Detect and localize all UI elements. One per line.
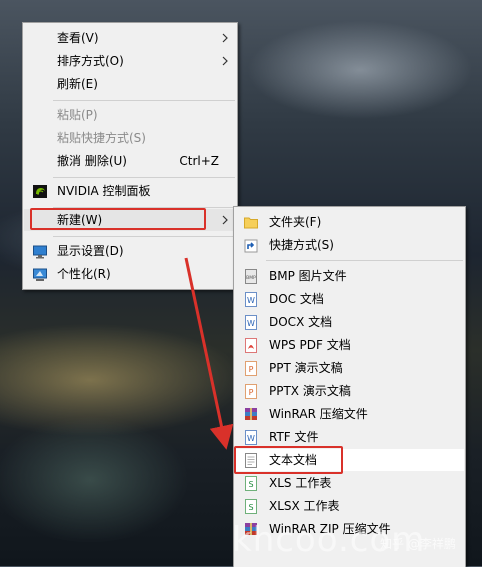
submenu-item-label: DOCX 文档 (269, 315, 333, 329)
submenu-item-winrar[interactable]: WinRAR 压缩文件 (235, 403, 464, 425)
menu-item-view[interactable]: 查看(V) (24, 27, 236, 49)
svg-text:P: P (249, 365, 254, 374)
monitor-icon (33, 245, 47, 259)
xlsx-file-icon: S (245, 499, 257, 514)
menu-item-undo-delete[interactable]: 撤消 删除(U) Ctrl+Z (24, 150, 236, 172)
rtf-file-icon: W (245, 430, 257, 445)
submenu-item-ppt[interactable]: P PPT 演示文稿 (235, 357, 464, 379)
submenu-item-xlsx[interactable]: S XLSX 工作表 (235, 495, 464, 517)
svg-text:W: W (247, 296, 255, 305)
svg-text:BMP: BMP (246, 275, 256, 281)
submenu-item-rtf[interactable]: W RTF 文件 (235, 426, 464, 448)
winrar-icon (245, 408, 257, 420)
menu-item-label: 撤消 删除(U) (57, 154, 127, 168)
menu-item-label: 查看(V) (57, 31, 99, 45)
menu-separator (266, 260, 463, 261)
submenu-item-bmp[interactable]: BMP BMP 图片文件 (235, 265, 464, 287)
doc-file-icon: W (245, 292, 257, 307)
svg-text:S: S (248, 503, 253, 512)
menu-item-paste[interactable]: 粘贴(P) (24, 104, 236, 126)
pdf-file-icon (245, 338, 257, 353)
author-watermark: 知乎 @李祥鹏 (380, 537, 456, 551)
submenu-item-doc[interactable]: W DOC 文档 (235, 288, 464, 310)
submenu-item-folder[interactable]: 文件夹(F) (235, 211, 464, 233)
menu-item-personalize[interactable]: 个性化(R) (24, 263, 236, 285)
menu-item-nvidia-control-panel[interactable]: NVIDIA 控制面板 (24, 180, 236, 202)
new-item-highlight (30, 208, 206, 230)
menu-item-label: 排序方式(O) (57, 54, 124, 68)
menu-item-label: 刷新(E) (57, 77, 98, 91)
submenu-item-label: PPTX 演示文稿 (269, 384, 351, 398)
pptx-file-icon: P (245, 384, 257, 399)
submenu-item-xls[interactable]: S XLS 工作表 (235, 472, 464, 494)
submenu-item-docx[interactable]: W DOCX 文档 (235, 311, 464, 333)
menu-item-label: 显示设置(D) (57, 244, 124, 258)
menu-item-label: 个性化(R) (57, 267, 111, 281)
submenu-item-shortcut[interactable]: 快捷方式(S) (235, 234, 464, 256)
chevron-right-icon (222, 215, 228, 225)
xls-file-icon: S (245, 476, 257, 491)
submenu-item-wps-pdf[interactable]: WPS PDF 文档 (235, 334, 464, 356)
submenu-item-label: WPS PDF 文档 (269, 338, 351, 352)
svg-text:W: W (247, 434, 255, 443)
personalize-icon (33, 268, 47, 281)
menu-item-label: 粘贴(P) (57, 108, 98, 122)
submenu-item-label: BMP 图片文件 (269, 269, 347, 283)
menu-separator (53, 177, 235, 178)
desktop-context-menu: 查看(V) 排序方式(O) 刷新(E) 粘贴(P) 粘贴快捷方式(S) 撤消 删… (22, 22, 238, 290)
submenu-item-label: PPT 演示文稿 (269, 361, 343, 375)
submenu-item-pptx[interactable]: P PPTX 演示文稿 (235, 380, 464, 402)
nvidia-icon (33, 185, 47, 198)
submenu-item-label: WinRAR 压缩文件 (269, 407, 368, 421)
menu-item-label: NVIDIA 控制面板 (57, 184, 151, 198)
svg-text:W: W (247, 319, 255, 328)
shortcut-icon (244, 239, 258, 253)
menu-item-sort-by[interactable]: 排序方式(O) (24, 50, 236, 72)
chevron-right-icon (222, 56, 228, 66)
submenu-item-label: 快捷方式(S) (269, 238, 334, 252)
submenu-item-label: XLS 工作表 (269, 476, 332, 490)
chevron-right-icon (222, 33, 228, 43)
shortcut-text: Ctrl+Z (179, 154, 219, 168)
text-document-highlight (234, 446, 343, 474)
menu-item-label: 粘贴快捷方式(S) (57, 131, 146, 145)
bmp-file-icon: BMP (245, 269, 257, 284)
menu-item-refresh[interactable]: 刷新(E) (24, 73, 236, 95)
svg-text:S: S (248, 480, 253, 489)
docx-file-icon: W (245, 315, 257, 330)
submenu-item-label: 文件夹(F) (269, 215, 322, 229)
menu-separator (53, 236, 235, 237)
svg-text:P: P (249, 388, 254, 397)
folder-icon (244, 217, 258, 229)
menu-item-paste-shortcut[interactable]: 粘贴快捷方式(S) (24, 127, 236, 149)
submenu-item-label: RTF 文件 (269, 430, 319, 444)
submenu-item-label: DOC 文档 (269, 292, 324, 306)
menu-item-display-settings[interactable]: 显示设置(D) (24, 240, 236, 262)
menu-separator (53, 100, 235, 101)
new-submenu: 文件夹(F) 快捷方式(S) BMP BMP 图片文件 W DOC 文档 W D… (233, 206, 466, 567)
submenu-item-label: XLSX 工作表 (269, 499, 340, 513)
ppt-file-icon: P (245, 361, 257, 376)
